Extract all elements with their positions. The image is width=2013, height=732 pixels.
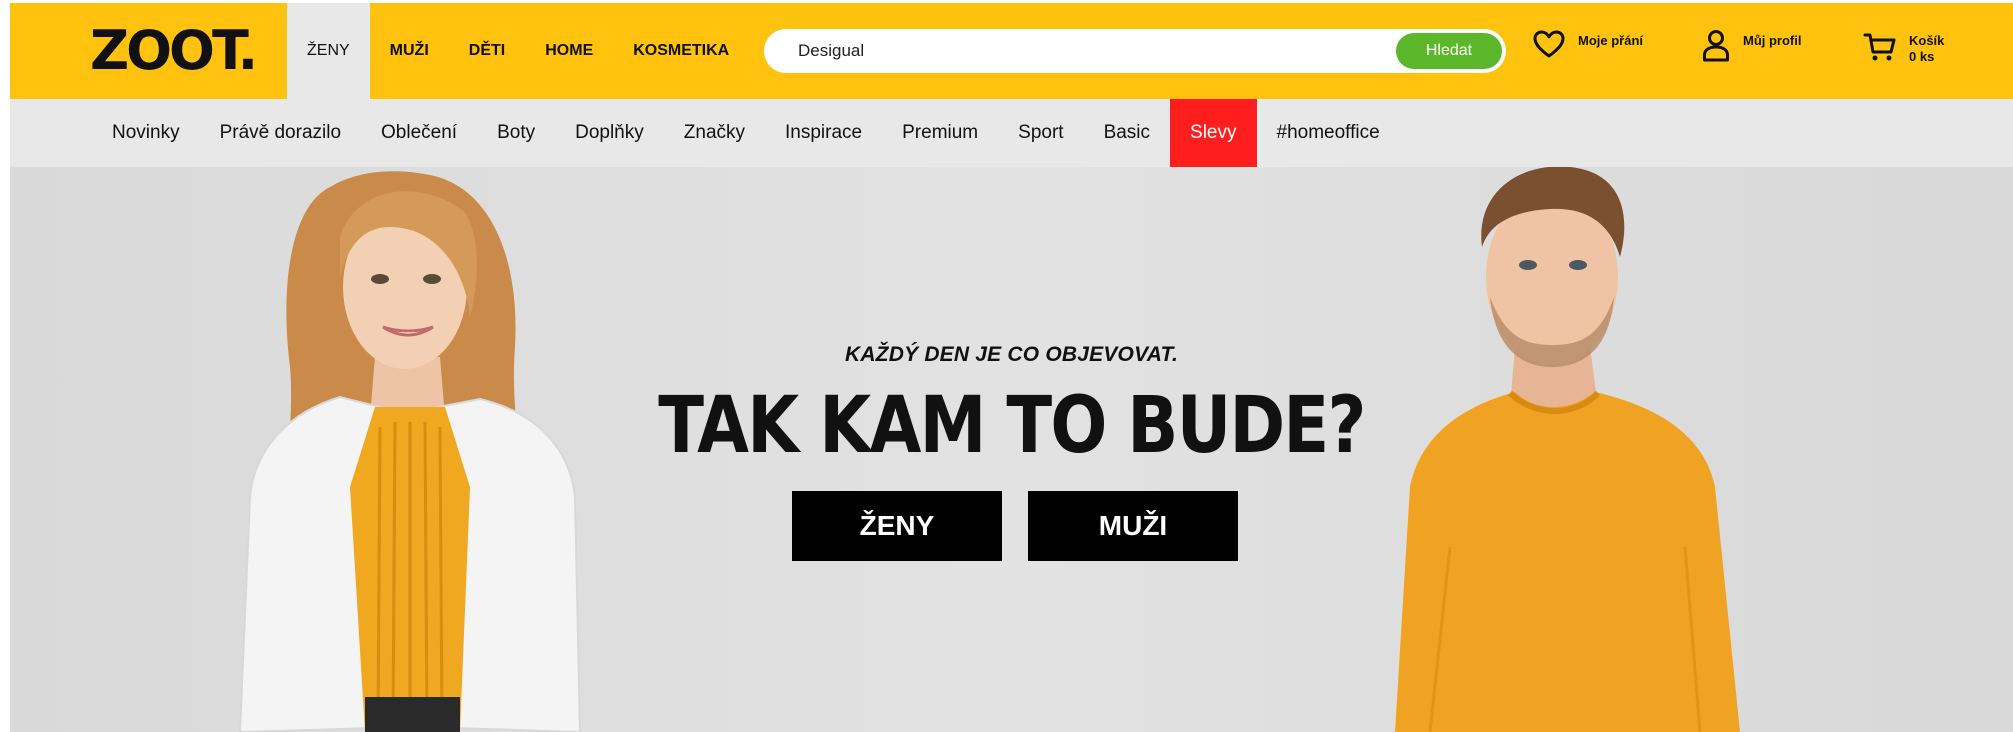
heart-icon xyxy=(1533,30,1565,58)
tab-kosmetika[interactable]: KOSMETIKA xyxy=(613,3,749,99)
profile-link[interactable]: Můj profil xyxy=(1701,29,1802,63)
hero-women-button[interactable]: ŽENY xyxy=(792,491,1002,561)
nav-basic[interactable]: Basic xyxy=(1084,99,1170,167)
user-icon xyxy=(1703,30,1729,62)
search-button[interactable]: Hledat xyxy=(1396,33,1502,69)
hero-men-button[interactable]: MUŽI xyxy=(1028,491,1238,561)
category-nav: Novinky Právě dorazilo Oblečení Boty Dop… xyxy=(10,99,2013,167)
zoot-logo[interactable]: ZOOT. xyxy=(90,23,258,79)
nav-homeoffice[interactable]: #homeoffice xyxy=(1257,99,1400,167)
nav-slevy[interactable]: Slevy xyxy=(1170,99,1257,167)
profile-label: Můj profil xyxy=(1743,33,1802,48)
nav-znacky[interactable]: Značky xyxy=(664,99,765,167)
cart-count: 0 ks xyxy=(1909,49,1935,64)
nav-boty[interactable]: Boty xyxy=(477,99,555,167)
search-input[interactable] xyxy=(798,29,1338,73)
tab-deti[interactable]: DĚTI xyxy=(449,3,525,99)
cart-label: Košík xyxy=(1909,33,1945,48)
search-bar: Hledat xyxy=(764,29,1506,73)
hero-banner: KAŽDÝ DEN JE CO OBJEVOVAT. TAK KAM TO BU… xyxy=(10,167,2013,732)
gender-tabs: ŽENY MUŽI DĚTI HOME KOSMETIKA xyxy=(287,3,749,99)
nav-novinky[interactable]: Novinky xyxy=(92,99,200,167)
nav-sport[interactable]: Sport xyxy=(998,99,1083,167)
tab-home[interactable]: HOME xyxy=(525,3,613,99)
nav-prave-dorazilo[interactable]: Právě dorazilo xyxy=(200,99,361,167)
nav-inspirace[interactable]: Inspirace xyxy=(765,99,882,167)
cart-icon xyxy=(1863,33,1896,61)
page: ZOOT. ŽENY MUŽI DĚTI HOME KOSMETIKA Hled… xyxy=(10,3,2013,732)
tab-muzi[interactable]: MUŽI xyxy=(370,3,449,99)
hero-man-image[interactable] xyxy=(1370,167,1850,732)
wishlist-label: Moje přání xyxy=(1578,33,1644,48)
wishlist-link[interactable]: Moje přání xyxy=(1532,29,1643,59)
cart-link[interactable]: Košík 0 ks xyxy=(1863,29,1944,65)
tab-zeny[interactable]: ŽENY xyxy=(287,3,370,99)
top-header: ZOOT. ŽENY MUŽI DĚTI HOME KOSMETIKA Hled… xyxy=(10,3,2013,99)
cart-text: Košík 0 ks xyxy=(1909,29,1944,65)
nav-obleceni[interactable]: Oblečení xyxy=(361,99,477,167)
nav-doplnky[interactable]: Doplňky xyxy=(555,99,664,167)
nav-premium[interactable]: Premium xyxy=(882,99,998,167)
